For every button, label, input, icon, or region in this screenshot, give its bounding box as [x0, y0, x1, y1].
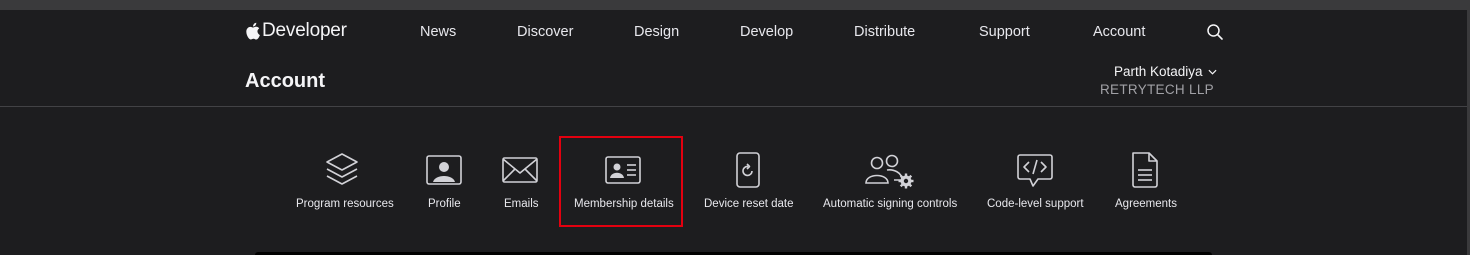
tab-label: Agreements — [1115, 198, 1178, 210]
tab-automatic-signing-controls[interactable]: Automatic signing controls — [823, 107, 958, 255]
tab-label: Profile — [428, 198, 461, 210]
brand-name: Developer — [262, 20, 347, 41]
tab-label: Program resources — [296, 198, 394, 210]
membership-details-highlight — [559, 136, 683, 227]
window-top-strip — [0, 0, 1470, 10]
user-name: Parth Kotadiya — [1114, 64, 1203, 79]
nav-account-link[interactable]: Account — [1093, 24, 1145, 40]
nav-support-link[interactable]: Support — [979, 24, 1030, 40]
envelope-icon — [501, 151, 539, 189]
tab-agreements[interactable]: Agreements — [1115, 107, 1178, 255]
tab-profile[interactable]: Profile — [425, 107, 463, 255]
tab-device-reset-date[interactable]: Device reset date — [704, 107, 794, 255]
stack-icon — [323, 151, 361, 189]
chevron-down-icon — [1208, 69, 1217, 75]
nav-distribute-link[interactable]: Distribute — [854, 24, 915, 40]
tab-label: Emails — [504, 198, 539, 210]
nav-develop-link[interactable]: Develop — [740, 24, 793, 40]
account-tab-bar: Program resources Profile Emails Members… — [0, 107, 1467, 255]
profile-photo-icon — [425, 151, 463, 189]
document-icon — [1126, 151, 1164, 189]
device-reset-icon — [729, 151, 767, 189]
page-title: Account — [245, 70, 325, 92]
code-bubble-icon — [1016, 151, 1054, 189]
search-icon[interactable] — [1206, 23, 1224, 41]
organization-name: RETRYTECH LLP — [1100, 82, 1214, 97]
global-nav: Developer News Discover Design Develop D… — [0, 10, 1467, 54]
tab-label: Code-level support — [987, 198, 1084, 210]
tab-label: Automatic signing controls — [823, 198, 958, 210]
nav-news-link[interactable]: News — [420, 24, 456, 40]
tab-emails[interactable]: Emails — [501, 107, 539, 255]
developer-home-link[interactable]: Developer — [245, 20, 347, 42]
nav-design-link[interactable]: Design — [634, 24, 679, 40]
user-menu-button[interactable]: Parth Kotadiya — [1114, 64, 1217, 79]
tab-code-level-support[interactable]: Code-level support — [987, 107, 1084, 255]
people-gear-icon — [863, 151, 915, 189]
tab-label: Device reset date — [704, 198, 794, 210]
apple-logo-icon — [246, 22, 260, 40]
tab-program-resources[interactable]: Program resources — [296, 107, 394, 255]
nav-discover-link[interactable]: Discover — [517, 24, 573, 40]
